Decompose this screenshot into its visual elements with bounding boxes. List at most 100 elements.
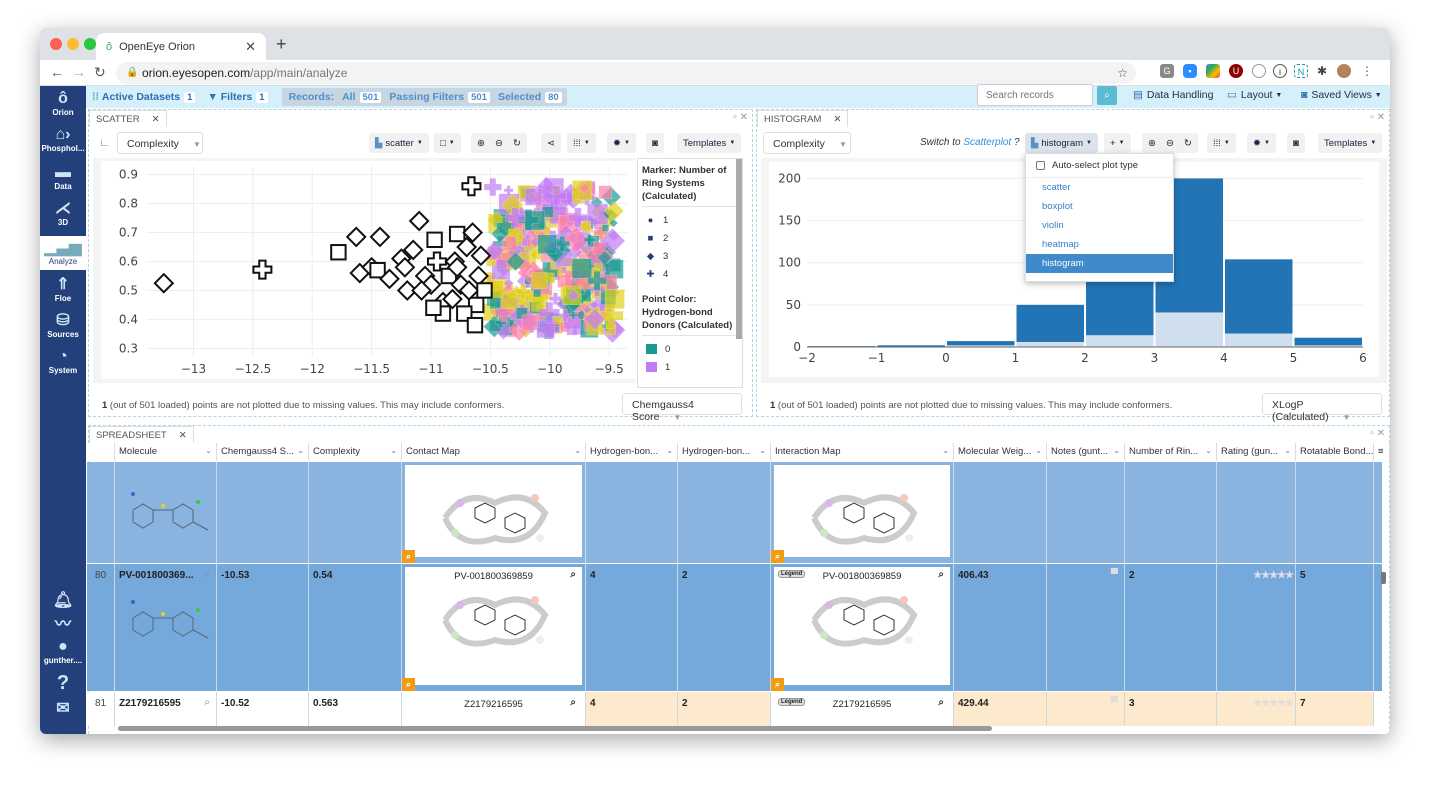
chevron-down-icon[interactable]: ⌄ [942, 446, 949, 455]
table-cell-notes[interactable]: ▀ [1047, 564, 1125, 691]
plot-option-histogram[interactable]: histogram [1026, 254, 1173, 273]
column-header[interactable]: Interaction Map ⌄ [771, 443, 954, 461]
templates-button[interactable]: Templates ▼ [677, 133, 742, 153]
forward-icon[interactable]: → [72, 64, 86, 80]
ext-circle-icon[interactable] [1252, 64, 1266, 78]
legend-color-item[interactable]: 0 [642, 340, 738, 358]
sidebar-item-floe[interactable]: ⇑ Floe [40, 276, 86, 310]
sidebar-item-3d[interactable]: ⋌ 3D [40, 200, 86, 234]
table-cell-contact_title[interactable]: ⌕ [402, 462, 586, 563]
plot-option-scatter[interactable]: scatter [1026, 178, 1173, 197]
browser-menu-icon[interactable]: ⋮ [1360, 64, 1374, 78]
column-menu-icon[interactable]: ≡ [1374, 443, 1390, 461]
close-panel-icon[interactable]: ✕ [1377, 428, 1385, 439]
messages-button[interactable]: ✉ [40, 700, 86, 718]
table-cell-inter_title[interactable]: Z2179216595 Legend ⌕ [771, 692, 954, 726]
close-panel-icon[interactable]: ✕ [1377, 112, 1385, 123]
table-cell-rot[interactable] [1296, 462, 1374, 563]
plot-type-button[interactable]: ▙ histogram ▼ [1025, 133, 1098, 153]
histogram-bar[interactable] [1016, 304, 1085, 347]
table-cell-hbd[interactable]: 4 [586, 564, 678, 691]
table-cell-molecule[interactable] [115, 462, 217, 563]
close-tab-icon[interactable]: ✕ [179, 430, 187, 441]
column-header[interactable]: Hydrogen-bon... ⌄ [678, 443, 771, 461]
back-icon[interactable]: ← [50, 64, 64, 80]
close-panel-icon[interactable]: ✕ [740, 112, 748, 123]
chevron-down-icon[interactable]: ⌄ [1284, 446, 1291, 455]
auto-select-checkbox[interactable]: Auto-select plot type [1026, 154, 1173, 178]
bookmark-star-icon[interactable]: ☆ [1117, 62, 1128, 84]
chevron-down-icon[interactable]: ⌄ [205, 446, 212, 455]
data-handling-button[interactable]: ▤ Data Handling [1133, 89, 1213, 101]
reload-icon[interactable]: ↻ [94, 64, 106, 81]
vertical-scrollbar[interactable] [1381, 572, 1386, 584]
chevron-down-icon[interactable]: ⌄ [390, 446, 397, 455]
contact-map-image[interactable]: PV-001800369859 ⌕ [405, 567, 582, 685]
legend-button[interactable]: Legend [778, 698, 806, 706]
legend-marker-item[interactable]: ● 1 [642, 211, 738, 229]
bottom-axis-select[interactable]: XLogP (Calculated) ▼ [1262, 393, 1382, 423]
settings-button[interactable]: ✹ ▼ [607, 133, 636, 153]
search-records-input[interactable] [977, 84, 1093, 106]
table-cell-notes[interactable]: ▀ [1047, 692, 1125, 726]
plot-option-violin[interactable]: violin [1026, 216, 1173, 235]
layout-button[interactable]: ▭ Layout ▼ [1227, 89, 1282, 101]
chevron-down-icon[interactable]: ⌄ [1113, 446, 1120, 455]
table-cell-mw[interactable]: 406.43 [954, 564, 1047, 691]
legend-marker-item[interactable]: ■ 2 [642, 229, 738, 247]
zoom-pointer-icon[interactable]: ⌕ [570, 697, 576, 708]
table-cell-contact_title[interactable]: PV-001800369859 ⌕ ⌕ [402, 564, 586, 691]
plot-type-button[interactable]: ▙ scatter ▼ [369, 133, 429, 153]
magnify-icon[interactable]: ⌕ [771, 678, 784, 691]
zoom-pointer-icon[interactable]: ⌕ [570, 569, 576, 580]
table-cell-contact_title[interactable]: Z2179216595 ⌕ [402, 692, 586, 726]
tab-scatter[interactable]: SCATTER ✕ [89, 110, 167, 127]
browser-tab[interactable]: ô OpenEye Orion ✕ [96, 33, 266, 60]
column-header[interactable]: Chemgauss4 S... ⌄ [217, 443, 309, 461]
zoom-pointer-icon[interactable]: ⌕ [938, 569, 944, 580]
add-trace-button[interactable]: + ▼ [1104, 133, 1131, 153]
maximize-window-button[interactable] [84, 38, 96, 50]
ext-info-icon[interactable]: i [1273, 64, 1287, 78]
table-cell-molecule[interactable]: Z2179216595 ⌕ [115, 692, 217, 726]
notifications-button[interactable]: 🔔︎ [40, 592, 86, 610]
filters-button[interactable]: ▼ Filters 1 [207, 91, 268, 103]
table-cell-score[interactable]: -10.52 [217, 692, 309, 726]
help-button[interactable]: ? [40, 673, 86, 693]
chevron-down-icon[interactable]: ⌄ [1035, 446, 1042, 455]
contact-map-image[interactable]: Z2179216595 ⌕ [405, 695, 582, 726]
horizontal-scrollbar[interactable] [118, 726, 992, 731]
selection-mode-button[interactable]: □ ▼ [434, 133, 461, 153]
share-button[interactable]: ⋖ [541, 133, 561, 153]
reset-icon[interactable]: ↻ [1184, 138, 1192, 149]
ext-n-icon[interactable]: N [1294, 64, 1308, 78]
table-cell-rot[interactable]: 5 [1296, 564, 1374, 691]
user-menu-button[interactable]: ● gunther.... [40, 638, 86, 665]
legend-color-item[interactable]: 1 [642, 358, 738, 376]
column-header[interactable]: Hydrogen-bon... ⌄ [586, 443, 678, 461]
close-tab-icon[interactable]: ✕ [245, 39, 256, 55]
table-cell-inter_title[interactable]: PV-001800369859 Legend ⌕ ⌕ [771, 564, 954, 691]
profile-avatar-icon[interactable] [1337, 64, 1351, 78]
x-axis-select[interactable]: Complexity ▼ [763, 132, 851, 154]
records-selected-button[interactable]: Selected 80 [498, 91, 562, 103]
active-datasets-button[interactable]: ⁞⁞ Active Datasets 1 [92, 91, 196, 103]
table-cell-complexity[interactable]: 0.563 [309, 692, 402, 726]
note-icon[interactable]: ▀ [1111, 569, 1118, 580]
contact-map-image[interactable] [405, 465, 582, 557]
rating-stars[interactable]: ★★★★★ [1253, 570, 1294, 581]
chevron-down-icon[interactable]: ⌄ [759, 446, 766, 455]
chevron-down-icon[interactable]: ⌄ [1205, 446, 1212, 455]
zoom-out-icon[interactable]: ⊖ [495, 138, 503, 149]
zoom-in-icon[interactable]: ⊕ [1148, 138, 1156, 149]
table-cell-hbd[interactable]: 4 [586, 692, 678, 726]
snapshot-button[interactable]: ◙ [646, 133, 664, 153]
table-cell-rot[interactable]: 7 [1296, 692, 1374, 726]
interaction-map-image[interactable]: Z2179216595 Legend ⌕ [774, 695, 950, 726]
zoom-pointer-icon[interactable]: ⌕ [938, 697, 944, 708]
column-header[interactable]: Molecule ⌄ [115, 443, 217, 461]
search-button[interactable]: ⌕ [1097, 86, 1117, 105]
table-cell-complexity[interactable] [309, 462, 402, 563]
tab-histogram[interactable]: HISTOGRAM ✕ [757, 110, 849, 127]
table-cell-score[interactable]: -10.53 [217, 564, 309, 691]
